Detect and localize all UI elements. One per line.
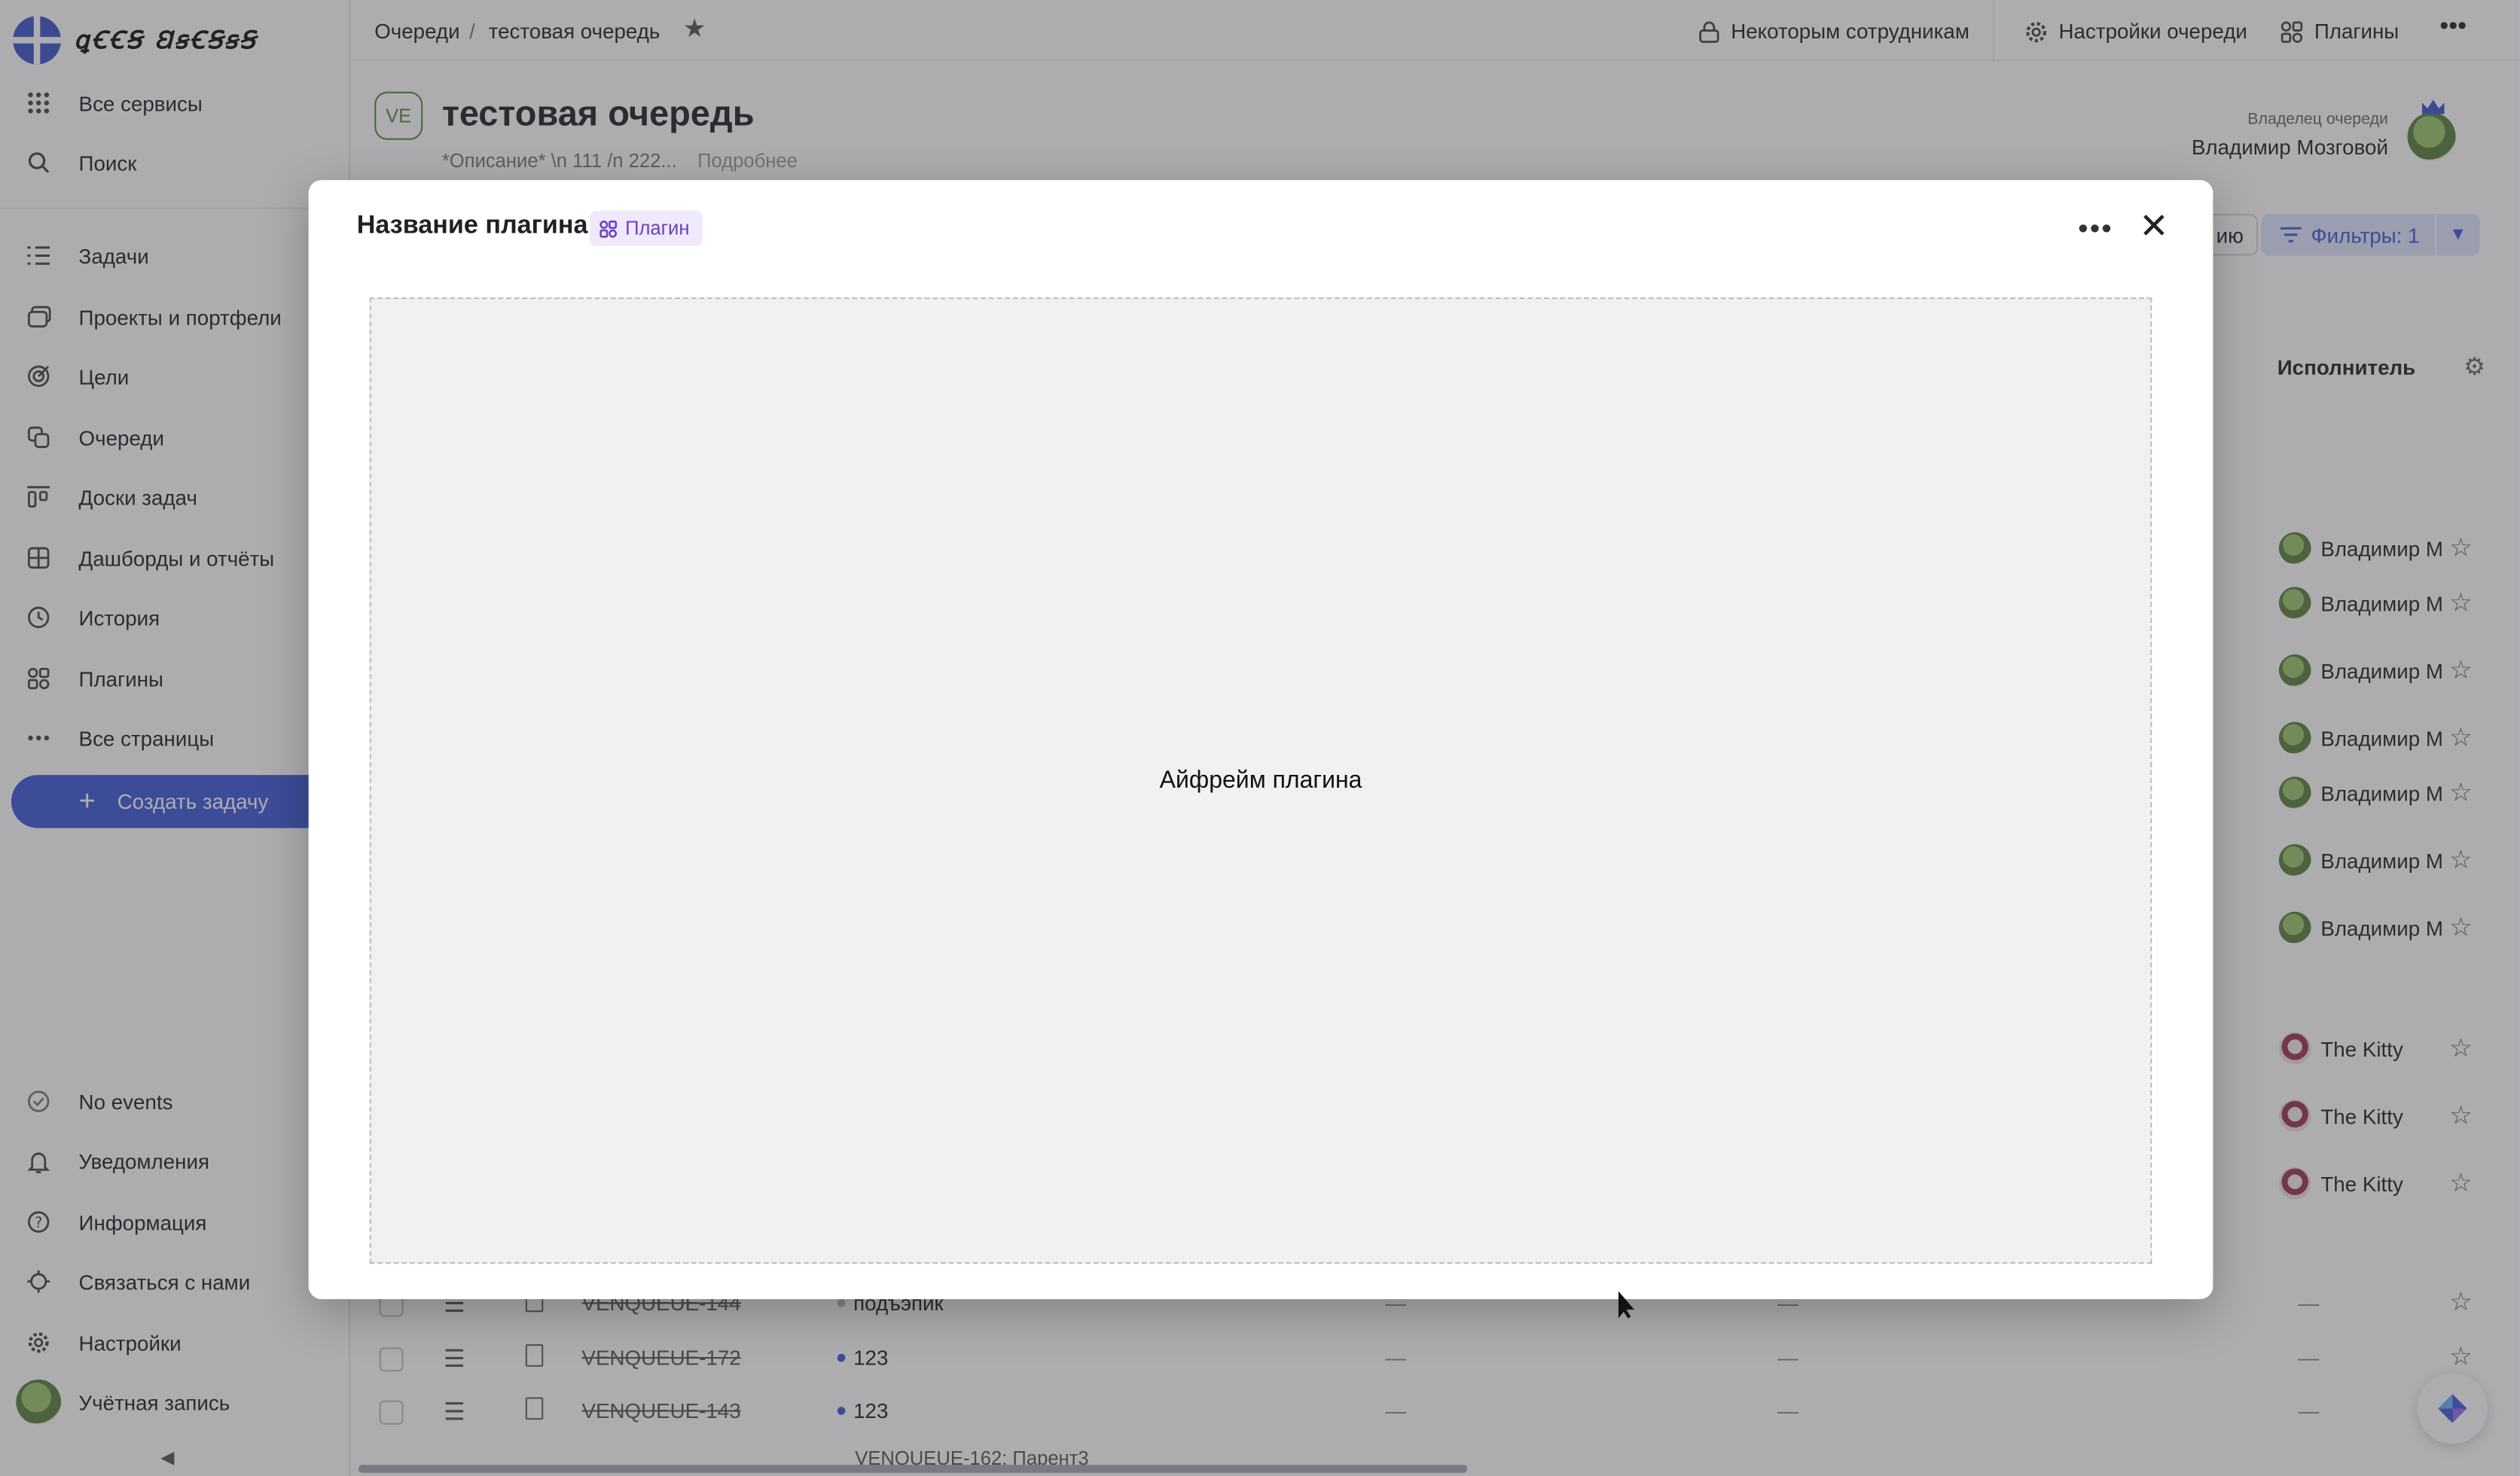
plugin-modal: Название плагина Плагин ••• ✕ Айфрейм пл… xyxy=(308,180,2213,1300)
plugin-iframe-placeholder: Айфрейм плагина xyxy=(1159,767,1362,794)
modal-title: Название плагина xyxy=(356,212,588,240)
plugins-icon xyxy=(599,219,617,237)
plugin-iframe[interactable]: Айфрейм плагина xyxy=(369,297,2152,1264)
plugin-badge: Плагин xyxy=(590,210,703,246)
modal-more-icon[interactable]: ••• xyxy=(2078,212,2113,246)
close-icon[interactable]: ✕ xyxy=(2139,208,2168,245)
plugin-badge-label: Плагин xyxy=(625,217,690,240)
